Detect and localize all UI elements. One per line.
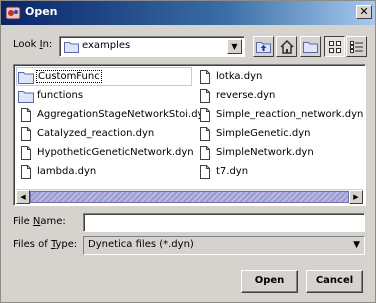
file-type-label-prefix: Files of — [13, 239, 51, 250]
file-list-item[interactable]: lotka.dyn — [195, 67, 365, 86]
file-icon — [21, 164, 31, 179]
file-list-item[interactable]: HypotheticGeneticNetwork.dyn — [16, 143, 196, 162]
new-folder-button[interactable] — [300, 36, 321, 57]
look-in-label-prefix: Look — [13, 39, 40, 50]
file-name-text: SimpleNetwork.dyn — [216, 147, 314, 158]
list-view-button[interactable] — [324, 36, 345, 57]
close-button[interactable]: ✕ — [356, 5, 372, 19]
open-dialog: Open ✕ Look In: examples ▼ CustomFunc fu… — [0, 0, 376, 303]
open-button[interactable]: Open — [241, 270, 298, 293]
file-icon — [200, 164, 210, 179]
file-icon — [21, 126, 31, 141]
file-name-text: lotka.dyn — [216, 71, 263, 82]
close-icon: ✕ — [359, 5, 369, 18]
home-button[interactable] — [276, 36, 297, 57]
look-in-value: examples — [82, 40, 131, 51]
file-name-text: Catalyzed_reaction.dyn — [37, 128, 155, 139]
selection-frame — [16, 67, 192, 86]
file-icon — [200, 107, 210, 122]
file-name-input[interactable] — [83, 213, 365, 232]
file-name-text: Simple_reaction_network.dyn — [216, 109, 364, 120]
look-in-label-suffix: n: — [42, 39, 53, 50]
file-icon — [200, 126, 210, 141]
file-name-text: functions — [37, 90, 84, 101]
file-type-label-suffix: ype: — [55, 239, 78, 250]
file-icon — [200, 88, 210, 103]
file-icon — [21, 145, 31, 160]
file-list-column-1: CustomFunc functions AggregationStageNetwo… — [16, 67, 210, 181]
scrollbar-thumb[interactable] — [30, 191, 349, 203]
file-name-label-prefix: File — [13, 216, 33, 227]
new-folder-icon — [303, 42, 318, 53]
folder-list-item[interactable]: CustomFunc — [16, 67, 196, 86]
scroll-left-icon[interactable]: ◀ — [16, 190, 30, 204]
window-title: Open — [25, 5, 58, 18]
scroll-right-icon[interactable]: ▶ — [349, 190, 363, 204]
up-folder-button[interactable] — [253, 36, 274, 57]
details-view-button[interactable] — [346, 36, 367, 57]
details-view-icon — [350, 40, 363, 53]
file-list-item[interactable]: Simple_reaction_network.dyn — [195, 105, 365, 124]
file-list-item[interactable]: Catalyzed_reaction.dyn — [16, 124, 196, 143]
list-view-icon — [328, 40, 341, 53]
file-name-label: File Name: — [13, 216, 66, 227]
file-list[interactable]: CustomFunc functions AggregationStageNetwo… — [13, 64, 366, 206]
title-bar[interactable]: Open ✕ — [1, 1, 375, 25]
file-list-item[interactable]: SimpleNetwork.dyn — [195, 143, 365, 162]
file-name-text: t7.dyn — [216, 166, 249, 177]
file-list-item[interactable]: lambda.dyn — [16, 162, 196, 181]
file-name-text: AggregationStageNetworkStoi.dyn — [37, 109, 210, 120]
file-icon — [200, 69, 210, 84]
dynetica-app-icon — [5, 6, 21, 20]
file-name-text: lambda.dyn — [37, 166, 97, 177]
file-name-text: reverse.dyn — [216, 90, 276, 101]
file-name-text: HypotheticGeneticNetwork.dyn — [37, 147, 194, 158]
cancel-button[interactable]: Cancel — [306, 270, 363, 293]
file-name-text: SimpleGenetic.dyn — [216, 128, 311, 139]
file-list-item[interactable]: t7.dyn — [195, 162, 365, 181]
file-list-item[interactable]: reverse.dyn — [195, 86, 365, 105]
look-in-combo[interactable]: examples ▼ — [59, 36, 245, 57]
folder-icon — [64, 42, 79, 53]
up-folder-icon — [256, 42, 271, 53]
folder-icon — [18, 90, 34, 103]
file-icon — [200, 145, 210, 160]
home-icon — [279, 39, 294, 54]
file-list-column-2: lotka.dyn reverse.dyn Simple_reaction_netw… — [195, 67, 365, 181]
folder-list-item[interactable]: functions — [16, 86, 196, 105]
chevron-down-icon[interactable]: ▼ — [227, 39, 242, 54]
chevron-down-icon[interactable]: ▼ — [353, 240, 360, 250]
file-list-item[interactable]: AggregationStageNetworkStoi.dyn — [16, 105, 210, 124]
file-icon — [21, 107, 31, 122]
file-type-value: Dynetica files (*.dyn) — [88, 239, 194, 250]
look-in-label: Look In: — [13, 39, 52, 50]
file-type-combo[interactable]: Dynetica files (*.dyn) ▼ — [83, 236, 365, 255]
file-type-label: Files of Type: — [13, 239, 77, 250]
horizontal-scrollbar[interactable]: ◀ ▶ — [16, 189, 363, 204]
file-name-label-suffix: ame: — [40, 216, 66, 227]
file-list-item[interactable]: SimpleGenetic.dyn — [195, 124, 365, 143]
